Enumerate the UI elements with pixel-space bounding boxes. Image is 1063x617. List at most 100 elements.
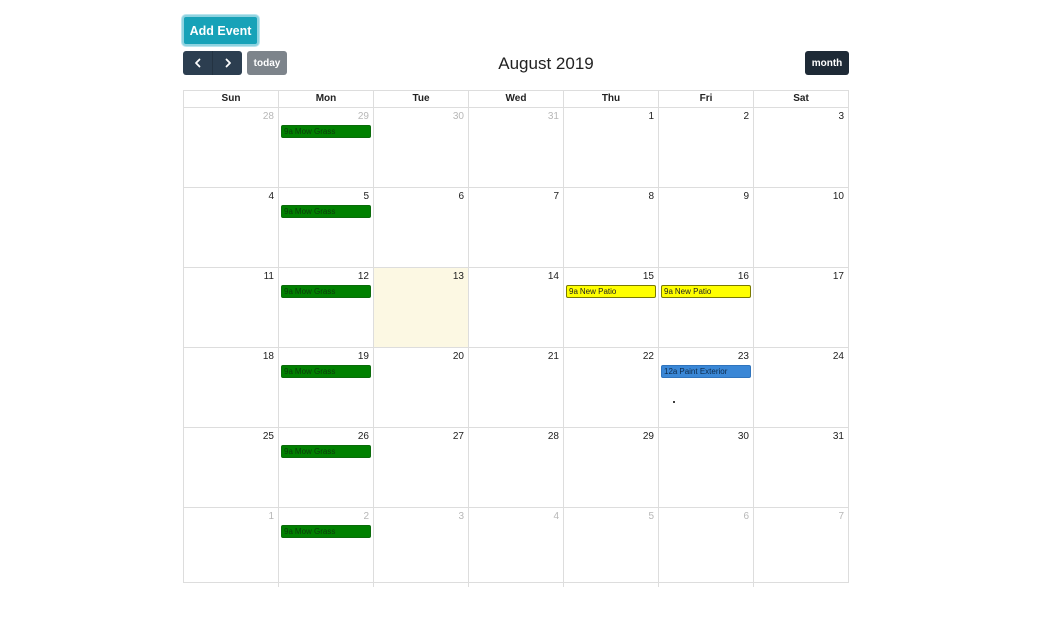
- day-cell[interactable]: 30: [659, 428, 754, 507]
- day-number[interactable]: 14: [548, 271, 559, 282]
- day-cell[interactable]: 24: [754, 348, 848, 427]
- day-number[interactable]: 23: [738, 351, 749, 362]
- day-number[interactable]: 30: [453, 111, 464, 122]
- day-cell[interactable]: 23 12a Paint Exterior: [659, 348, 754, 427]
- day-cell[interactable]: 26 9a Mow Grass: [279, 428, 374, 507]
- day-cell-today[interactable]: 13: [374, 268, 469, 347]
- day-cell[interactable]: 31: [469, 108, 564, 187]
- day-cell[interactable]: 6: [659, 508, 754, 587]
- day-cell[interactable]: 1: [184, 508, 279, 587]
- day-number[interactable]: 2: [743, 111, 749, 122]
- prev-button[interactable]: [183, 51, 213, 75]
- day-cell[interactable]: 2: [659, 108, 754, 187]
- day-cell[interactable]: 16 9a New Patio: [659, 268, 754, 347]
- cursor-dot: [673, 401, 675, 403]
- day-number[interactable]: 30: [738, 431, 749, 442]
- day-number[interactable]: 12: [358, 271, 369, 282]
- day-cell[interactable]: 29: [564, 428, 659, 507]
- day-cell[interactable]: 14: [469, 268, 564, 347]
- day-cell[interactable]: 25: [184, 428, 279, 507]
- day-cell[interactable]: 7: [469, 188, 564, 267]
- day-cell[interactable]: 28: [469, 428, 564, 507]
- day-number[interactable]: 9: [743, 191, 749, 202]
- day-cell[interactable]: 15 9a New Patio: [564, 268, 659, 347]
- day-cell[interactable]: 8: [564, 188, 659, 267]
- day-cell[interactable]: 30: [374, 108, 469, 187]
- day-number[interactable]: 5: [363, 191, 369, 202]
- day-number[interactable]: 7: [838, 511, 844, 522]
- day-number[interactable]: 15: [643, 271, 654, 282]
- day-cell[interactable]: 2 9a Mow Grass: [279, 508, 374, 587]
- day-cell[interactable]: 29 9a Mow Grass: [279, 108, 374, 187]
- day-cell[interactable]: 4: [184, 188, 279, 267]
- day-cell[interactable]: 3: [754, 108, 848, 187]
- day-number[interactable]: 10: [833, 191, 844, 202]
- day-number[interactable]: 17: [833, 271, 844, 282]
- calendar-event[interactable]: 9a New Patio: [661, 285, 751, 298]
- day-number[interactable]: 1: [648, 111, 654, 122]
- day-number[interactable]: 29: [643, 431, 654, 442]
- day-cell[interactable]: 6: [374, 188, 469, 267]
- calendar-event[interactable]: 9a Mow Grass: [281, 445, 371, 458]
- day-cell[interactable]: 5 9a Mow Grass: [279, 188, 374, 267]
- day-cell[interactable]: 22: [564, 348, 659, 427]
- today-button[interactable]: today: [247, 51, 287, 75]
- day-number[interactable]: 1: [268, 511, 274, 522]
- day-number[interactable]: 19: [358, 351, 369, 362]
- day-number[interactable]: 6: [743, 511, 749, 522]
- day-cell[interactable]: 3: [374, 508, 469, 587]
- day-number[interactable]: 24: [833, 351, 844, 362]
- calendar-event[interactable]: 9a Mow Grass: [281, 525, 371, 538]
- day-cell[interactable]: 27: [374, 428, 469, 507]
- day-number[interactable]: 16: [738, 271, 749, 282]
- day-cell[interactable]: 17: [754, 268, 848, 347]
- day-number[interactable]: 27: [453, 431, 464, 442]
- calendar-event[interactable]: 9a Mow Grass: [281, 205, 371, 218]
- day-number[interactable]: 31: [548, 111, 559, 122]
- day-cell[interactable]: 10: [754, 188, 848, 267]
- day-cell[interactable]: 1: [564, 108, 659, 187]
- calendar-event[interactable]: 9a Mow Grass: [281, 365, 371, 378]
- day-cell[interactable]: 12 9a Mow Grass: [279, 268, 374, 347]
- day-cell[interactable]: 4: [469, 508, 564, 587]
- day-cell[interactable]: 11: [184, 268, 279, 347]
- calendar-event[interactable]: 9a Mow Grass: [281, 125, 371, 138]
- day-cell[interactable]: 7: [754, 508, 848, 587]
- day-cell[interactable]: 19 9a Mow Grass: [279, 348, 374, 427]
- day-number[interactable]: 11: [264, 271, 274, 282]
- month-view-button[interactable]: month: [805, 51, 849, 75]
- day-number[interactable]: 31: [833, 431, 844, 442]
- event-title: Mow Grass: [294, 527, 336, 536]
- calendar-event[interactable]: 9a New Patio: [566, 285, 656, 298]
- day-number[interactable]: 28: [263, 111, 274, 122]
- day-number[interactable]: 5: [648, 511, 654, 522]
- day-cell[interactable]: 28: [184, 108, 279, 187]
- calendar-event[interactable]: 12a Paint Exterior: [661, 365, 751, 378]
- day-number[interactable]: 28: [548, 431, 559, 442]
- day-number[interactable]: 8: [648, 191, 654, 202]
- day-number[interactable]: 20: [453, 351, 464, 362]
- next-button[interactable]: [213, 51, 242, 75]
- calendar-event[interactable]: 9a Mow Grass: [281, 285, 371, 298]
- day-number[interactable]: 26: [358, 431, 369, 442]
- day-number[interactable]: 7: [553, 191, 559, 202]
- day-cell[interactable]: 20: [374, 348, 469, 427]
- day-number[interactable]: 2: [363, 511, 369, 522]
- day-number[interactable]: 29: [358, 111, 369, 122]
- day-number[interactable]: 21: [548, 351, 559, 362]
- day-number[interactable]: 13: [453, 271, 464, 282]
- day-number[interactable]: 18: [263, 351, 274, 362]
- day-number[interactable]: 25: [263, 431, 274, 442]
- day-number[interactable]: 3: [838, 111, 844, 122]
- day-number[interactable]: 4: [553, 511, 559, 522]
- day-number[interactable]: 6: [458, 191, 464, 202]
- day-number[interactable]: 22: [643, 351, 654, 362]
- add-event-button[interactable]: Add Event: [182, 15, 259, 46]
- day-cell[interactable]: 9: [659, 188, 754, 267]
- day-number[interactable]: 4: [268, 191, 274, 202]
- day-number[interactable]: 3: [458, 511, 464, 522]
- day-cell[interactable]: 21: [469, 348, 564, 427]
- day-cell[interactable]: 31: [754, 428, 848, 507]
- day-cell[interactable]: 5: [564, 508, 659, 587]
- day-cell[interactable]: 18: [184, 348, 279, 427]
